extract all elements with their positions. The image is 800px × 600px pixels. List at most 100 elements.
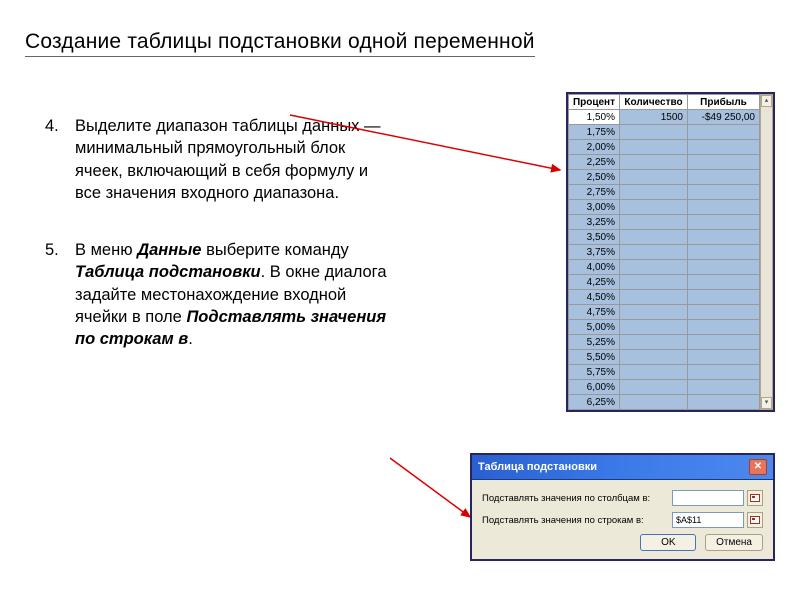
dialog-titlebar: Таблица подстановки ✕ <box>472 455 773 480</box>
dialog-row-rows: Подставлять значения по строкам в: <box>482 512 763 528</box>
cell-percent: 2,25% <box>568 155 619 170</box>
cell-empty <box>620 320 688 335</box>
table-row: 3,75% <box>568 245 759 260</box>
table-row: 5,50% <box>568 350 759 365</box>
cell-empty <box>620 260 688 275</box>
lookup-table-dialog: Таблица подстановки ✕ Подставлять значен… <box>470 453 775 561</box>
cell-empty <box>620 335 688 350</box>
instruction-num: 5. <box>45 239 75 350</box>
cell-empty <box>620 155 688 170</box>
instruction-num: 4. <box>45 115 75 204</box>
cell-empty <box>688 185 760 200</box>
cell-empty <box>688 260 760 275</box>
cell-empty <box>688 395 760 410</box>
table-row: 1,75% <box>568 125 759 140</box>
cell-percent: 2,00% <box>568 140 619 155</box>
instructions: 4. Выделите диапазон таблицы данных — ми… <box>45 115 395 385</box>
cell-empty <box>620 365 688 380</box>
table-row: 2,50% <box>568 170 759 185</box>
cell-empty <box>688 170 760 185</box>
cell-empty <box>688 305 760 320</box>
scroll-up-button[interactable]: ▴ <box>761 95 772 107</box>
cell-empty <box>688 140 760 155</box>
table-row: 1,50% 1500 -$49 250,00 <box>568 110 759 125</box>
header-profit: Прибыль <box>688 95 760 110</box>
dialog-buttons: OK Отмена <box>482 534 763 551</box>
scroll-down-button[interactable]: ▾ <box>761 397 772 409</box>
table-row: 2,25% <box>568 155 759 170</box>
page-title: Создание таблицы подстановки одной перем… <box>25 30 535 57</box>
table-row: 6,25% <box>568 395 759 410</box>
cell-empty <box>688 320 760 335</box>
input-columns[interactable] <box>672 490 744 506</box>
table-row: 4,00% <box>568 260 759 275</box>
label-columns: Подставлять значения по столбцам в: <box>482 493 672 504</box>
ok-button[interactable]: OK <box>640 534 696 551</box>
instruction-text: Выделите диапазон таблицы данных — миним… <box>75 115 395 204</box>
cell-empty <box>688 275 760 290</box>
bold-text: Данные <box>137 241 201 259</box>
close-icon[interactable]: ✕ <box>749 459 767 475</box>
cell-qty: 1500 <box>620 110 688 125</box>
input-rows[interactable] <box>672 512 744 528</box>
text: . <box>188 330 193 348</box>
instruction-5: 5. В меню Данные выберите команду Таблиц… <box>45 239 395 350</box>
label-rows: Подставлять значения по строкам в: <box>482 515 672 526</box>
cell-empty <box>688 215 760 230</box>
range-picker-icon[interactable] <box>747 490 763 506</box>
cell-empty <box>620 170 688 185</box>
cell-percent: 5,00% <box>568 320 619 335</box>
cell-percent: 5,25% <box>568 335 619 350</box>
bold-text: Таблица подстановки <box>75 263 261 281</box>
cell-empty <box>620 290 688 305</box>
cell-empty <box>620 350 688 365</box>
cell-percent: 4,00% <box>568 260 619 275</box>
cell-empty <box>620 200 688 215</box>
cell-empty <box>688 365 760 380</box>
instruction-text: В меню Данные выберите команду Таблица п… <box>75 239 395 350</box>
cell-empty <box>688 155 760 170</box>
cell-empty <box>620 230 688 245</box>
cell-percent: 6,25% <box>568 395 619 410</box>
cell-empty <box>688 125 760 140</box>
cell-percent: 4,25% <box>568 275 619 290</box>
cell-empty <box>620 275 688 290</box>
dialog-body: Подставлять значения по столбцам в: Подс… <box>472 480 773 559</box>
cell-empty <box>688 245 760 260</box>
range-picker-icon[interactable] <box>747 512 763 528</box>
table-row: 3,00% <box>568 200 759 215</box>
table-row: 4,75% <box>568 305 759 320</box>
cell-empty <box>688 380 760 395</box>
table-row: 6,00% <box>568 380 759 395</box>
text: выберите команду <box>201 241 348 259</box>
cell-empty <box>620 185 688 200</box>
arrow-2 <box>390 458 470 517</box>
cell-percent: 2,50% <box>568 170 619 185</box>
cancel-button[interactable]: Отмена <box>705 534 763 551</box>
table-row: 2,00% <box>568 140 759 155</box>
cell-percent: 5,50% <box>568 350 619 365</box>
cell-percent: 5,75% <box>568 365 619 380</box>
dialog-title: Таблица подстановки <box>478 461 597 473</box>
cell-empty <box>620 380 688 395</box>
table-row: 3,25% <box>568 215 759 230</box>
cell-percent: 4,75% <box>568 305 619 320</box>
cell-empty <box>620 245 688 260</box>
cell-percent: 3,00% <box>568 200 619 215</box>
table-row: 5,75% <box>568 365 759 380</box>
table-row: 2,75% <box>568 185 759 200</box>
table-row: 5,00% <box>568 320 759 335</box>
vertical-scrollbar[interactable]: ▴ ▾ <box>760 94 773 410</box>
cell-percent: 1,75% <box>568 125 619 140</box>
header-percent: Процент <box>568 95 619 110</box>
cell-percent: 1,50% <box>568 110 619 125</box>
instruction-4: 4. Выделите диапазон таблицы данных — ми… <box>45 115 395 204</box>
cell-percent: 4,50% <box>568 290 619 305</box>
cell-empty <box>688 200 760 215</box>
cell-empty <box>620 395 688 410</box>
cell-percent: 2,75% <box>568 185 619 200</box>
cell-empty <box>688 335 760 350</box>
cell-empty <box>688 290 760 305</box>
cell-empty <box>620 305 688 320</box>
cell-percent: 6,00% <box>568 380 619 395</box>
